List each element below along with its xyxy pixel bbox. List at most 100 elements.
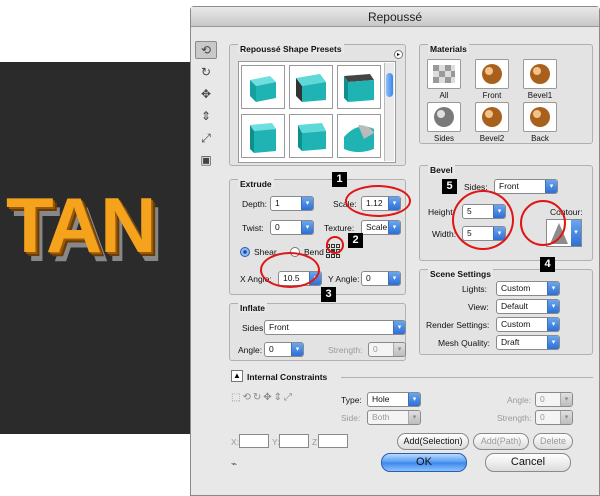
sphere-material-icon[interactable]	[475, 102, 509, 132]
annotation-ring-bevel-size	[452, 190, 514, 250]
mesh-preview-icon[interactable]: ⌁	[231, 459, 237, 470]
preset-thumb[interactable]	[337, 65, 381, 109]
depth-label: Depth:	[242, 199, 268, 209]
constraint-tool-icons[interactable]: ⬚⟲↻✥⇕⤢	[231, 392, 294, 403]
view-label: View:	[468, 302, 489, 312]
callout-badge: 3	[321, 287, 336, 302]
dropdown-icon: ▾	[408, 411, 420, 424]
twist-value: 0	[275, 222, 280, 232]
bevel-sides-select[interactable]: Front ▾	[494, 179, 558, 194]
texture-select[interactable]: Scale ▾	[361, 220, 401, 235]
constraint-angle-select[interactable]: 0 ▾	[535, 392, 573, 407]
stepper-icon: ▾	[560, 411, 572, 424]
add-selection-button[interactable]: Add(Selection)	[397, 433, 469, 450]
constraints-divider	[341, 377, 593, 378]
shear-radio[interactable]	[240, 247, 250, 257]
lights-label: Lights:	[462, 284, 488, 294]
ok-button[interactable]: OK	[381, 453, 467, 472]
drag-object-tool-icon[interactable]: ✥	[195, 85, 217, 103]
inflate-sides-value: Front	[269, 322, 289, 332]
yangle-label: Y Angle:	[328, 274, 360, 284]
callout-badge: 5	[442, 179, 457, 194]
render-select[interactable]: Custom ▾	[496, 317, 560, 332]
constraint-side-select[interactable]: Both ▾	[367, 410, 421, 425]
sphere-material-icon[interactable]	[523, 102, 557, 132]
preset-thumb[interactable]	[241, 114, 285, 158]
mesh-label: Mesh Quality:	[438, 338, 490, 348]
scale-object-tool-icon[interactable]: ⤢	[195, 129, 217, 147]
constraint-type-select[interactable]: Hole ▾	[367, 392, 421, 407]
twist-label: Twist:	[242, 223, 264, 233]
constraint-strength-value: 0	[540, 412, 545, 422]
callout-badge: 2	[348, 233, 363, 248]
tool-column: ⟲ ↻ ✥ ⇕ ⤢ ▣	[195, 41, 219, 173]
depth-value: 1	[275, 198, 280, 208]
materials-group: Materials All Front Bevel1 Sides Bevel2 …	[419, 44, 593, 144]
dropdown-icon: ▾	[547, 336, 559, 349]
sphere-material-icon[interactable]	[523, 59, 557, 89]
cancel-button[interactable]: Cancel	[485, 453, 571, 472]
sphere-material-icon[interactable]	[427, 102, 461, 132]
yangle-select[interactable]: 0 ▾	[361, 271, 401, 286]
x-label: X:	[231, 437, 240, 447]
callout-badge: 1	[332, 172, 347, 187]
constraint-strength-select[interactable]: 0 ▾	[535, 410, 573, 425]
mesh-value: Draft	[501, 337, 520, 347]
constraint-strength-label: Strength:	[497, 413, 532, 423]
z-field[interactable]	[318, 434, 348, 448]
inflate-angle-label: Angle:	[238, 345, 263, 355]
twist-select[interactable]: 0 ▾	[270, 220, 314, 235]
bevel-sides-value: Front	[499, 181, 519, 191]
inflate-angle-select[interactable]: 0 ▾	[264, 342, 304, 357]
preset-thumb[interactable]	[289, 65, 333, 109]
dropdown-icon: ▾	[408, 393, 420, 406]
preset-thumb[interactable]	[241, 65, 285, 109]
lights-select[interactable]: Custom ▾	[496, 281, 560, 296]
dropdown-icon: ▾	[571, 220, 581, 246]
inflate-strength-value: 0	[373, 344, 378, 354]
preset-shape-icon	[298, 123, 326, 151]
materials-title: Materials	[428, 44, 469, 54]
constraint-side-label: Side:	[341, 413, 361, 423]
dropdown-icon: ▾	[393, 321, 405, 334]
annotation-ring-xangle	[260, 252, 320, 288]
material-label-bevel1: Bevel1	[527, 91, 553, 100]
bevel-height-label: Height:	[428, 207, 455, 217]
view-select[interactable]: Default ▾	[496, 299, 560, 314]
collapse-triangle-icon[interactable]: ▲	[231, 370, 243, 382]
slide-object-tool-icon[interactable]: ⇕	[195, 107, 217, 125]
roll-object-tool-icon[interactable]: ↻	[195, 63, 217, 81]
bevel-title: Bevel	[428, 165, 455, 175]
stepper-icon: ▾	[388, 272, 400, 285]
dropdown-icon: ▾	[545, 180, 557, 193]
inflate-strength-select[interactable]: 0 ▾	[368, 342, 406, 357]
render-value: Custom	[501, 319, 531, 329]
x-field[interactable]	[239, 434, 269, 448]
presets-menu-icon[interactable]: ▸	[394, 50, 403, 59]
dialog-title: Repoussé	[191, 7, 599, 27]
repousse-dialog: Repoussé ⟲ ↻ ✥ ⇕ ⤢ ▣ Repoussé Shape Pres…	[190, 6, 600, 496]
camera-tool-icon[interactable]: ▣	[195, 151, 217, 169]
constraint-angle-value: 0	[540, 394, 545, 404]
sphere-material-icon[interactable]	[475, 59, 509, 89]
preset-thumb[interactable]	[337, 114, 381, 158]
document-canvas[interactable]: TAN	[0, 62, 190, 434]
preset-scrollbar[interactable]	[384, 63, 394, 161]
delete-button[interactable]: Delete	[533, 433, 573, 450]
depth-select[interactable]: 1 ▾	[270, 196, 314, 211]
mesh-select[interactable]: Draft ▾	[496, 335, 560, 350]
inflate-angle-value: 0	[269, 344, 274, 354]
canvas-3d-text: TAN	[6, 181, 157, 269]
add-path-button[interactable]: Add(Path)	[473, 433, 529, 450]
material-label-back: Back	[531, 134, 549, 143]
inflate-sides-select[interactable]: Front ▾	[264, 320, 406, 335]
y-field[interactable]	[279, 434, 309, 448]
preset-thumb[interactable]	[289, 114, 333, 158]
inflate-group: Inflate Sides: Front ▾ Angle: 0 ▾ Strength…	[229, 303, 406, 361]
scrollbar-thumb[interactable]	[386, 73, 393, 97]
scene-settings-group: Scene Settings Lights: Custom ▾ View: Def…	[419, 269, 593, 355]
rotate-object-tool-icon[interactable]: ⟲	[195, 41, 217, 59]
inflate-sides-label: Sides:	[242, 323, 266, 333]
checker-material-icon[interactable]	[427, 59, 461, 89]
texture-value: Scale	[366, 222, 388, 232]
